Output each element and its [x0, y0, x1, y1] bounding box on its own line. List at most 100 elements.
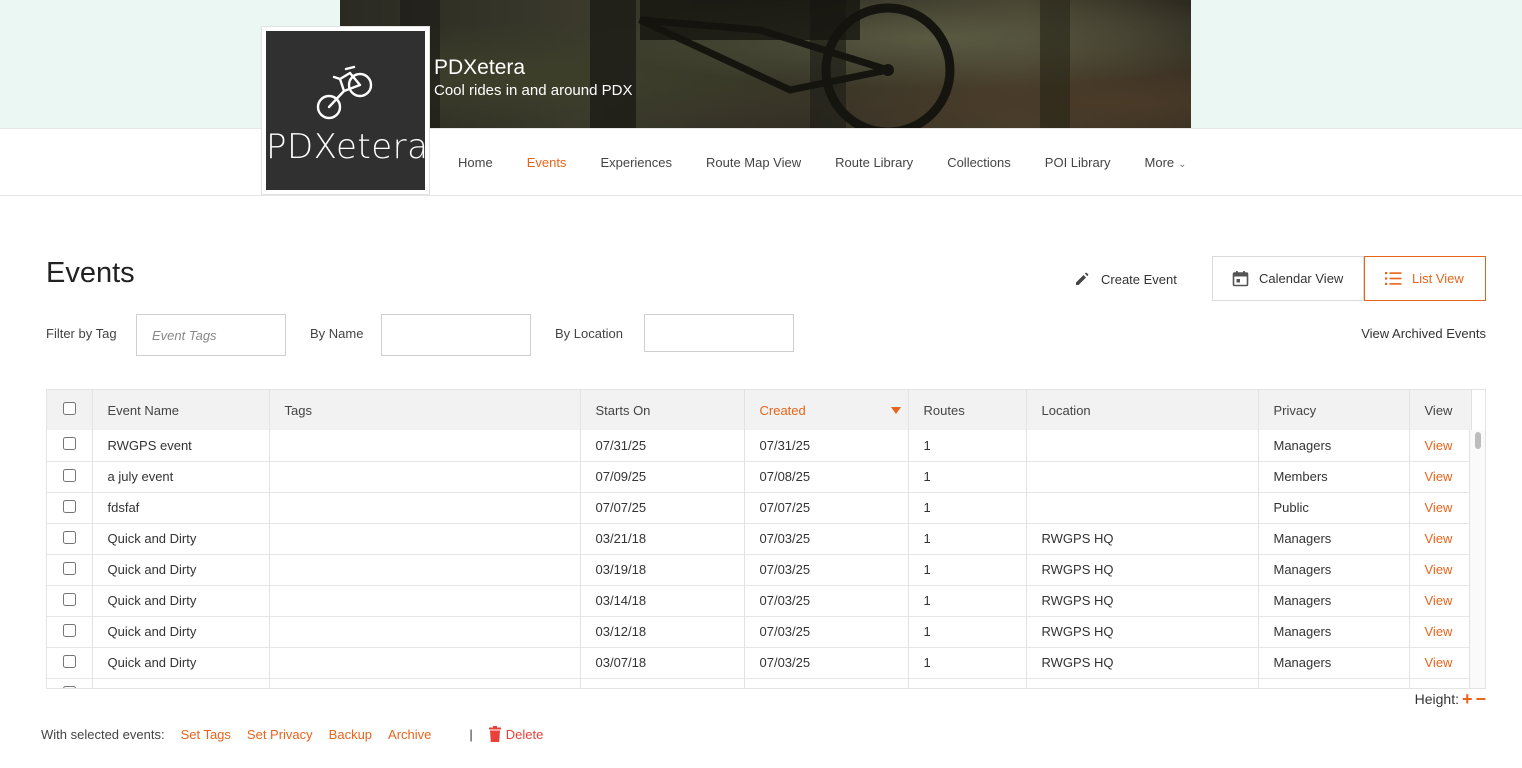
cell-privacy: Members: [1258, 461, 1410, 492]
cell-view: View: [1409, 492, 1472, 523]
nav-route-map-view[interactable]: Route Map View: [706, 155, 801, 170]
column-header-location[interactable]: Location: [1026, 390, 1259, 430]
cell-location: RWGPS HQ: [1026, 523, 1259, 554]
minus-icon[interactable]: −: [1475, 690, 1486, 708]
delete-link[interactable]: Delete: [488, 726, 543, 742]
table-row: Quick and Dirty 03/12/18 07/03/25 1 RWGPS HQ…: [47, 616, 1472, 647]
column-header-created[interactable]: Created: [744, 390, 909, 430]
view-event-link[interactable]: View: [1425, 624, 1453, 639]
cell-created: 07/03/25: [744, 554, 909, 585]
cell-tags: [269, 616, 581, 647]
cell-created: 07/08/25: [744, 461, 909, 492]
logo-text: PDXetera: [266, 127, 429, 167]
column-header-created-label: Created: [759, 402, 806, 418]
calendar-view-button[interactable]: Calendar View: [1212, 256, 1364, 301]
select-all-checkbox[interactable]: [62, 402, 76, 415]
row-select-cell: [47, 585, 93, 616]
column-header-routes[interactable]: Routes: [908, 390, 1027, 430]
cell-location: [1026, 430, 1259, 461]
row-select-cell: [47, 461, 93, 492]
set-tags-link[interactable]: Set Tags: [181, 727, 231, 742]
cell-privacy: Managers: [1258, 616, 1410, 647]
view-event-link[interactable]: View: [1425, 438, 1453, 453]
column-header-starts-on[interactable]: Starts On: [580, 390, 745, 430]
nav-route-library[interactable]: Route Library: [835, 155, 913, 170]
backup-link[interactable]: Backup: [329, 727, 372, 742]
row-select-checkbox[interactable]: [62, 685, 76, 688]
name-filter-input[interactable]: [381, 314, 531, 356]
view-event-link[interactable]: View: [1425, 562, 1453, 577]
view-event-link[interactable]: View: [1425, 593, 1453, 608]
cell-routes: 1: [908, 647, 1027, 678]
cell-privacy: Managers: [1258, 523, 1410, 554]
cell-privacy: Managers: [1258, 647, 1410, 678]
select-all-cell: [47, 390, 93, 430]
column-header-event-name[interactable]: Event Name: [92, 390, 270, 430]
table-row: fdsfaf 07/07/25 07/07/25 1 Public View: [47, 492, 1472, 523]
cell-view: View: [1409, 554, 1472, 585]
cell-name: Quick and Dirty: [92, 523, 270, 554]
event-tags-input[interactable]: [136, 314, 286, 356]
nav-experiences[interactable]: Experiences: [600, 155, 672, 170]
cell-privacy: Managers: [1258, 678, 1410, 688]
list-icon: [1385, 271, 1402, 286]
cell-privacy: Managers: [1258, 430, 1410, 461]
main-navigation-bar: Home Events Experiences Route Map View R…: [0, 128, 1522, 196]
nav-home[interactable]: Home: [458, 155, 493, 170]
cell-tags: [269, 461, 581, 492]
row-select-checkbox[interactable]: [62, 592, 76, 606]
table-row: Quick and Dirty 03/19/18 07/03/25 1 RWGPS HQ…: [47, 554, 1472, 585]
view-event-link[interactable]: View: [1425, 686, 1453, 688]
cell-routes: 1: [908, 523, 1027, 554]
view-toggle: Calendar View List View: [1212, 256, 1486, 301]
nav-events[interactable]: Events: [527, 155, 567, 170]
plus-icon[interactable]: +: [1462, 690, 1473, 708]
cell-created: 07/03/25: [744, 647, 909, 678]
list-view-button[interactable]: List View: [1364, 256, 1486, 301]
cell-created: 07/31/25: [744, 430, 909, 461]
view-event-link[interactable]: View: [1425, 500, 1453, 515]
view-event-link[interactable]: View: [1425, 655, 1453, 670]
row-select-checkbox[interactable]: [62, 561, 76, 575]
cell-view: View: [1409, 616, 1472, 647]
cell-starts: 03/14/18: [580, 585, 745, 616]
view-event-link[interactable]: View: [1425, 531, 1453, 546]
cell-tags: [269, 554, 581, 585]
column-header-tags[interactable]: Tags: [269, 390, 581, 430]
cell-tags: [269, 647, 581, 678]
set-privacy-link[interactable]: Set Privacy: [247, 727, 313, 742]
cell-location: [1026, 492, 1259, 523]
row-select-checkbox[interactable]: [62, 499, 76, 513]
cell-created: 07/03/25: [744, 678, 909, 688]
row-select-checkbox[interactable]: [62, 654, 76, 668]
row-select-cell: [47, 430, 93, 461]
scrollbar-thumb[interactable]: [1475, 432, 1481, 449]
cell-starts: 03/19/18: [580, 554, 745, 585]
cell-name: fdsfaf: [92, 492, 270, 523]
location-filter-input[interactable]: [644, 314, 794, 352]
nav-more[interactable]: More ⌄: [1145, 155, 1187, 170]
row-select-checkbox[interactable]: [62, 437, 76, 451]
bulk-actions-bar: With selected events: Set Tags Set Priva…: [41, 726, 559, 742]
club-logo[interactable]: PDXetera: [261, 26, 430, 195]
row-select-checkbox[interactable]: [62, 623, 76, 637]
page-title: Events: [46, 257, 135, 289]
row-select-checkbox[interactable]: [62, 530, 76, 544]
cell-routes: 1: [908, 554, 1027, 585]
table-scrollbar[interactable]: [1469, 430, 1485, 688]
cell-view: View: [1409, 585, 1472, 616]
view-event-link[interactable]: View: [1425, 469, 1453, 484]
view-archived-events-link[interactable]: View Archived Events: [1361, 326, 1486, 341]
calendar-view-label: Calendar View: [1259, 271, 1344, 286]
row-select-checkbox[interactable]: [62, 468, 76, 482]
cell-privacy: Managers: [1258, 585, 1410, 616]
site-subtitle: Cool rides in and around PDX: [434, 82, 633, 99]
archive-link[interactable]: Archive: [388, 727, 431, 742]
nav-collections[interactable]: Collections: [947, 155, 1011, 170]
cell-name: Quick and Dirty: [92, 554, 270, 585]
cell-privacy: Public: [1258, 492, 1410, 523]
nav-poi-library[interactable]: POI Library: [1045, 155, 1111, 170]
cell-created: 07/03/25: [744, 616, 909, 647]
create-event-button[interactable]: Create Event: [1074, 271, 1177, 287]
column-header-privacy[interactable]: Privacy: [1258, 390, 1410, 430]
